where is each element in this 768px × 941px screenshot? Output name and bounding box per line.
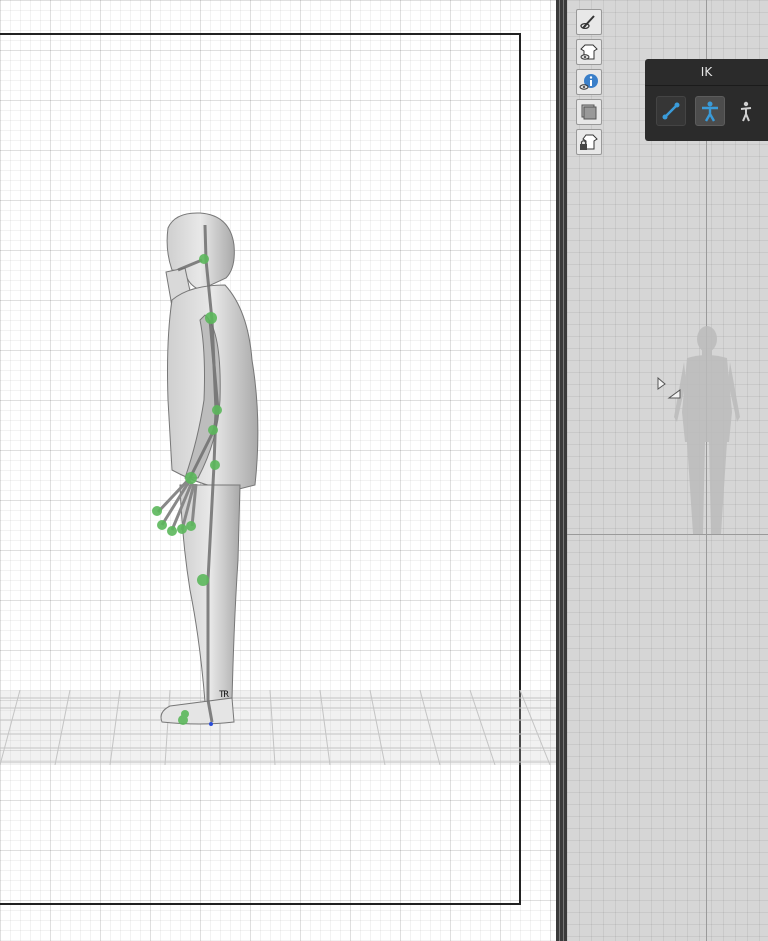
full-body-ik-button[interactable] xyxy=(695,96,725,126)
eye-brush-icon[interactable] xyxy=(576,9,602,35)
body-ik-icon xyxy=(702,101,718,122)
layers-icon[interactable] xyxy=(576,99,602,125)
eye-info-icon[interactable] xyxy=(576,69,602,95)
bone-tool-button[interactable] xyxy=(656,96,686,126)
ik-panel-title: IK xyxy=(700,65,713,79)
bone-icon xyxy=(662,102,680,120)
ghost-figure xyxy=(674,326,740,534)
viewport-splitter[interactable] xyxy=(556,0,567,941)
pose-mode-button[interactable] xyxy=(731,96,761,126)
cursor-icon xyxy=(657,376,681,399)
ik-panel-divider xyxy=(645,85,768,86)
main-viewport[interactable]: TR xyxy=(0,0,556,941)
lock-shirt-icon[interactable] xyxy=(576,129,602,155)
figure-icon xyxy=(740,101,752,122)
visibility-toolbar xyxy=(576,9,604,159)
character-model[interactable] xyxy=(0,0,556,941)
eye-shirt-icon[interactable] xyxy=(576,39,602,65)
ik-panel: IK xyxy=(645,59,768,141)
transform-marker-label: TR xyxy=(219,690,229,700)
